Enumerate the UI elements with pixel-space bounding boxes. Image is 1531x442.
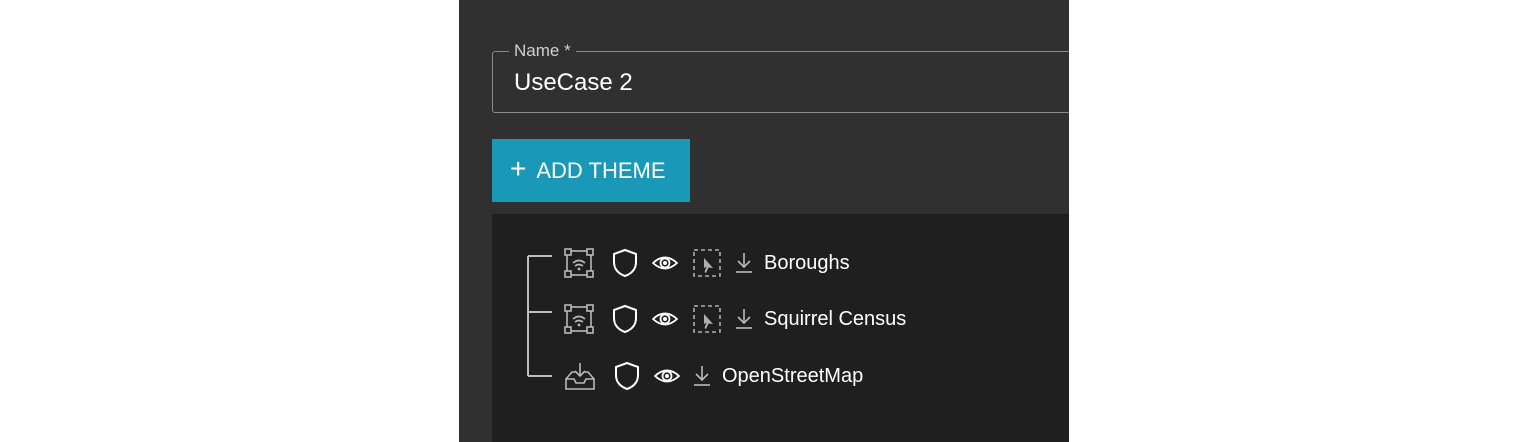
theme-tree: Boroughs Squirrel Census OpenStreetMap	[492, 214, 1069, 442]
download-icon[interactable]	[734, 251, 754, 275]
eye-icon[interactable]	[654, 366, 680, 386]
plus-icon: +	[510, 153, 527, 184]
add-theme-button[interactable]: + ADD THEME	[492, 139, 690, 202]
download-icon[interactable]	[734, 307, 754, 331]
wfs-layer-icon	[564, 304, 594, 334]
name-field[interactable]: Name * UseCase 2	[492, 41, 1069, 113]
editor-panel: Name * UseCase 2 + ADD THEME Boroughs Sq…	[459, 0, 1069, 442]
name-field-label: Name *	[509, 41, 576, 61]
eye-icon[interactable]	[652, 309, 678, 329]
name-field-value[interactable]: UseCase 2	[514, 69, 633, 97]
shield-icon[interactable]	[612, 304, 638, 334]
shield-icon[interactable]	[612, 248, 638, 278]
import-tray-icon	[564, 361, 596, 391]
tree-item-squirrel-census[interactable]: Squirrel Census	[564, 303, 906, 335]
tree-item-label: Squirrel Census	[764, 308, 907, 330]
tree-item-openstreetmap[interactable]: OpenStreetMap	[564, 360, 863, 392]
tree-item-label: Boroughs	[764, 252, 850, 274]
select-region-icon[interactable]	[692, 304, 722, 334]
eye-icon[interactable]	[652, 253, 678, 273]
tree-item-boroughs[interactable]: Boroughs	[564, 247, 850, 279]
download-icon[interactable]	[692, 364, 712, 388]
select-region-icon[interactable]	[692, 248, 722, 278]
wfs-layer-icon	[564, 248, 594, 278]
add-theme-label: ADD THEME	[536, 157, 666, 183]
shield-icon[interactable]	[614, 361, 640, 391]
tree-item-label: OpenStreetMap	[722, 365, 864, 387]
tree-connector-lines	[527, 255, 552, 377]
